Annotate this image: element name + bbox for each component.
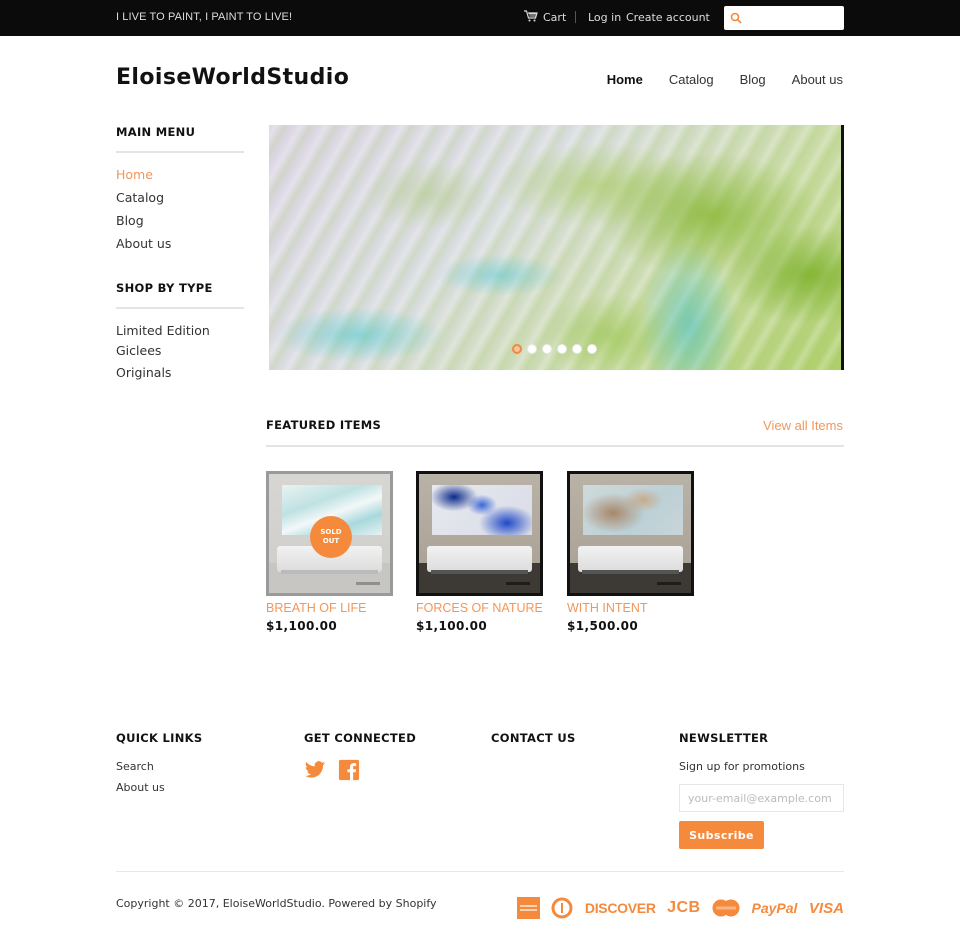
newsletter-text: Sign up for promotions — [679, 760, 805, 773]
sidebar-item-home[interactable]: Home — [116, 167, 171, 182]
slide-dot[interactable] — [557, 344, 567, 354]
diners-club-icon — [551, 897, 573, 919]
product-price: $1,500.00 — [567, 619, 639, 633]
sidebar-item-about-us[interactable]: About us — [116, 236, 171, 251]
cart-icon — [524, 10, 538, 25]
powered-by-link[interactable]: Powered by Shopify — [328, 897, 436, 910]
product-card[interactable]: WITH INTENT $1,500.00 — [567, 471, 694, 633]
paypal-icon: PayPal — [751, 900, 798, 916]
search-box — [724, 6, 844, 30]
divider — [266, 445, 844, 447]
sidebar-item-catalog[interactable]: Catalog — [116, 190, 171, 205]
nav-home[interactable]: Home — [607, 72, 643, 87]
copyright-prefix: Copyright © 2017, — [116, 897, 223, 910]
cart-label: Cart — [543, 11, 567, 24]
jcb-icon: JCB — [667, 899, 701, 916]
slide-dot[interactable] — [527, 344, 537, 354]
product-card[interactable]: SOLD OUT BREATH OF LIFE $1,100.00 — [266, 471, 393, 633]
create-account-link[interactable]: Create account — [626, 11, 710, 24]
sold-out-badge: SOLD OUT — [310, 516, 352, 558]
main-nav: Home Catalog Blog About us — [607, 72, 843, 87]
slide-dot[interactable] — [587, 344, 597, 354]
tagline: I LIVE TO PAINT, I PAINT TO LIVE! — [116, 11, 293, 23]
product-name[interactable]: WITH INTENT — [567, 601, 694, 615]
copyright-brand-link[interactable]: EloiseWorldStudio — [223, 897, 322, 910]
mastercard-icon — [712, 899, 740, 917]
product-price: $1,100.00 — [266, 619, 338, 633]
product-name[interactable]: FORCES OF NATURE — [416, 601, 543, 615]
footer-link-search[interactable]: Search — [116, 760, 165, 773]
quick-links-list: Search About us — [116, 760, 165, 802]
slide-dot[interactable] — [572, 344, 582, 354]
sidebar-item-blog[interactable]: Blog — [116, 213, 171, 228]
divider — [116, 151, 244, 153]
top-bar: I LIVE TO PAINT, I PAINT TO LIVE! Cart L… — [0, 0, 960, 36]
facebook-icon[interactable] — [338, 759, 360, 781]
visa-icon: VISA — [808, 899, 844, 917]
sidebar-item-limited-edition[interactable]: Limited Edition — [116, 323, 210, 338]
payment-methods: DISCOVER JCB PayPal VISA — [517, 896, 844, 920]
nav-about-us[interactable]: About us — [792, 72, 843, 87]
site-logo[interactable]: EloiseWorldStudio — [116, 65, 349, 90]
product-image[interactable] — [567, 471, 694, 596]
discover-icon: DISCOVER — [584, 900, 656, 916]
american-express-icon — [517, 897, 540, 919]
nav-blog[interactable]: Blog — [740, 72, 766, 87]
hero-slideshow[interactable] — [269, 125, 844, 370]
featured-heading: FEATURED ITEMS — [266, 418, 382, 432]
slide-dot[interactable] — [542, 344, 552, 354]
sidebar-item-giclees[interactable]: Giclees — [116, 343, 210, 358]
footer-link-about-us[interactable]: About us — [116, 781, 165, 794]
copyright: Copyright © 2017, EloiseWorldStudio. Pow… — [116, 897, 437, 910]
subscribe-button[interactable]: Subscribe — [679, 821, 764, 849]
view-all-link[interactable]: View all Items — [763, 418, 843, 433]
sidebar-item-originals[interactable]: Originals — [116, 365, 210, 380]
social-links — [304, 759, 360, 781]
hero-image — [269, 125, 841, 370]
newsletter-heading: NEWSLETTER — [679, 731, 769, 745]
product-image[interactable] — [416, 471, 543, 596]
product-name[interactable]: BREATH OF LIFE — [266, 601, 393, 615]
get-connected-heading: GET CONNECTED — [304, 731, 417, 745]
login-link[interactable]: Log in — [588, 11, 621, 24]
shop-by-type-list: Limited Edition Giclees Originals — [116, 323, 210, 380]
search-icon[interactable] — [730, 9, 742, 28]
divider — [116, 307, 244, 309]
nav-catalog[interactable]: Catalog — [669, 72, 714, 87]
cart-link[interactable]: Cart — [524, 10, 566, 25]
product-price: $1,100.00 — [416, 619, 488, 633]
divider — [575, 11, 576, 23]
divider — [116, 871, 844, 872]
quick-links-heading: QUICK LINKS — [116, 731, 203, 745]
slideshow-pagination — [512, 344, 597, 354]
product-card[interactable]: FORCES OF NATURE $1,100.00 — [416, 471, 543, 633]
search-input[interactable] — [746, 8, 836, 28]
shop-by-type-heading: SHOP BY TYPE — [116, 281, 213, 295]
main-menu-list: Home Catalog Blog About us — [116, 167, 171, 251]
contact-us-heading: CONTACT US — [491, 731, 576, 745]
newsletter-email-input[interactable] — [679, 784, 844, 812]
slide-dot[interactable] — [512, 344, 522, 354]
product-image[interactable]: SOLD OUT — [266, 471, 393, 596]
main-menu-heading: MAIN MENU — [116, 125, 196, 139]
twitter-icon[interactable] — [304, 759, 326, 781]
